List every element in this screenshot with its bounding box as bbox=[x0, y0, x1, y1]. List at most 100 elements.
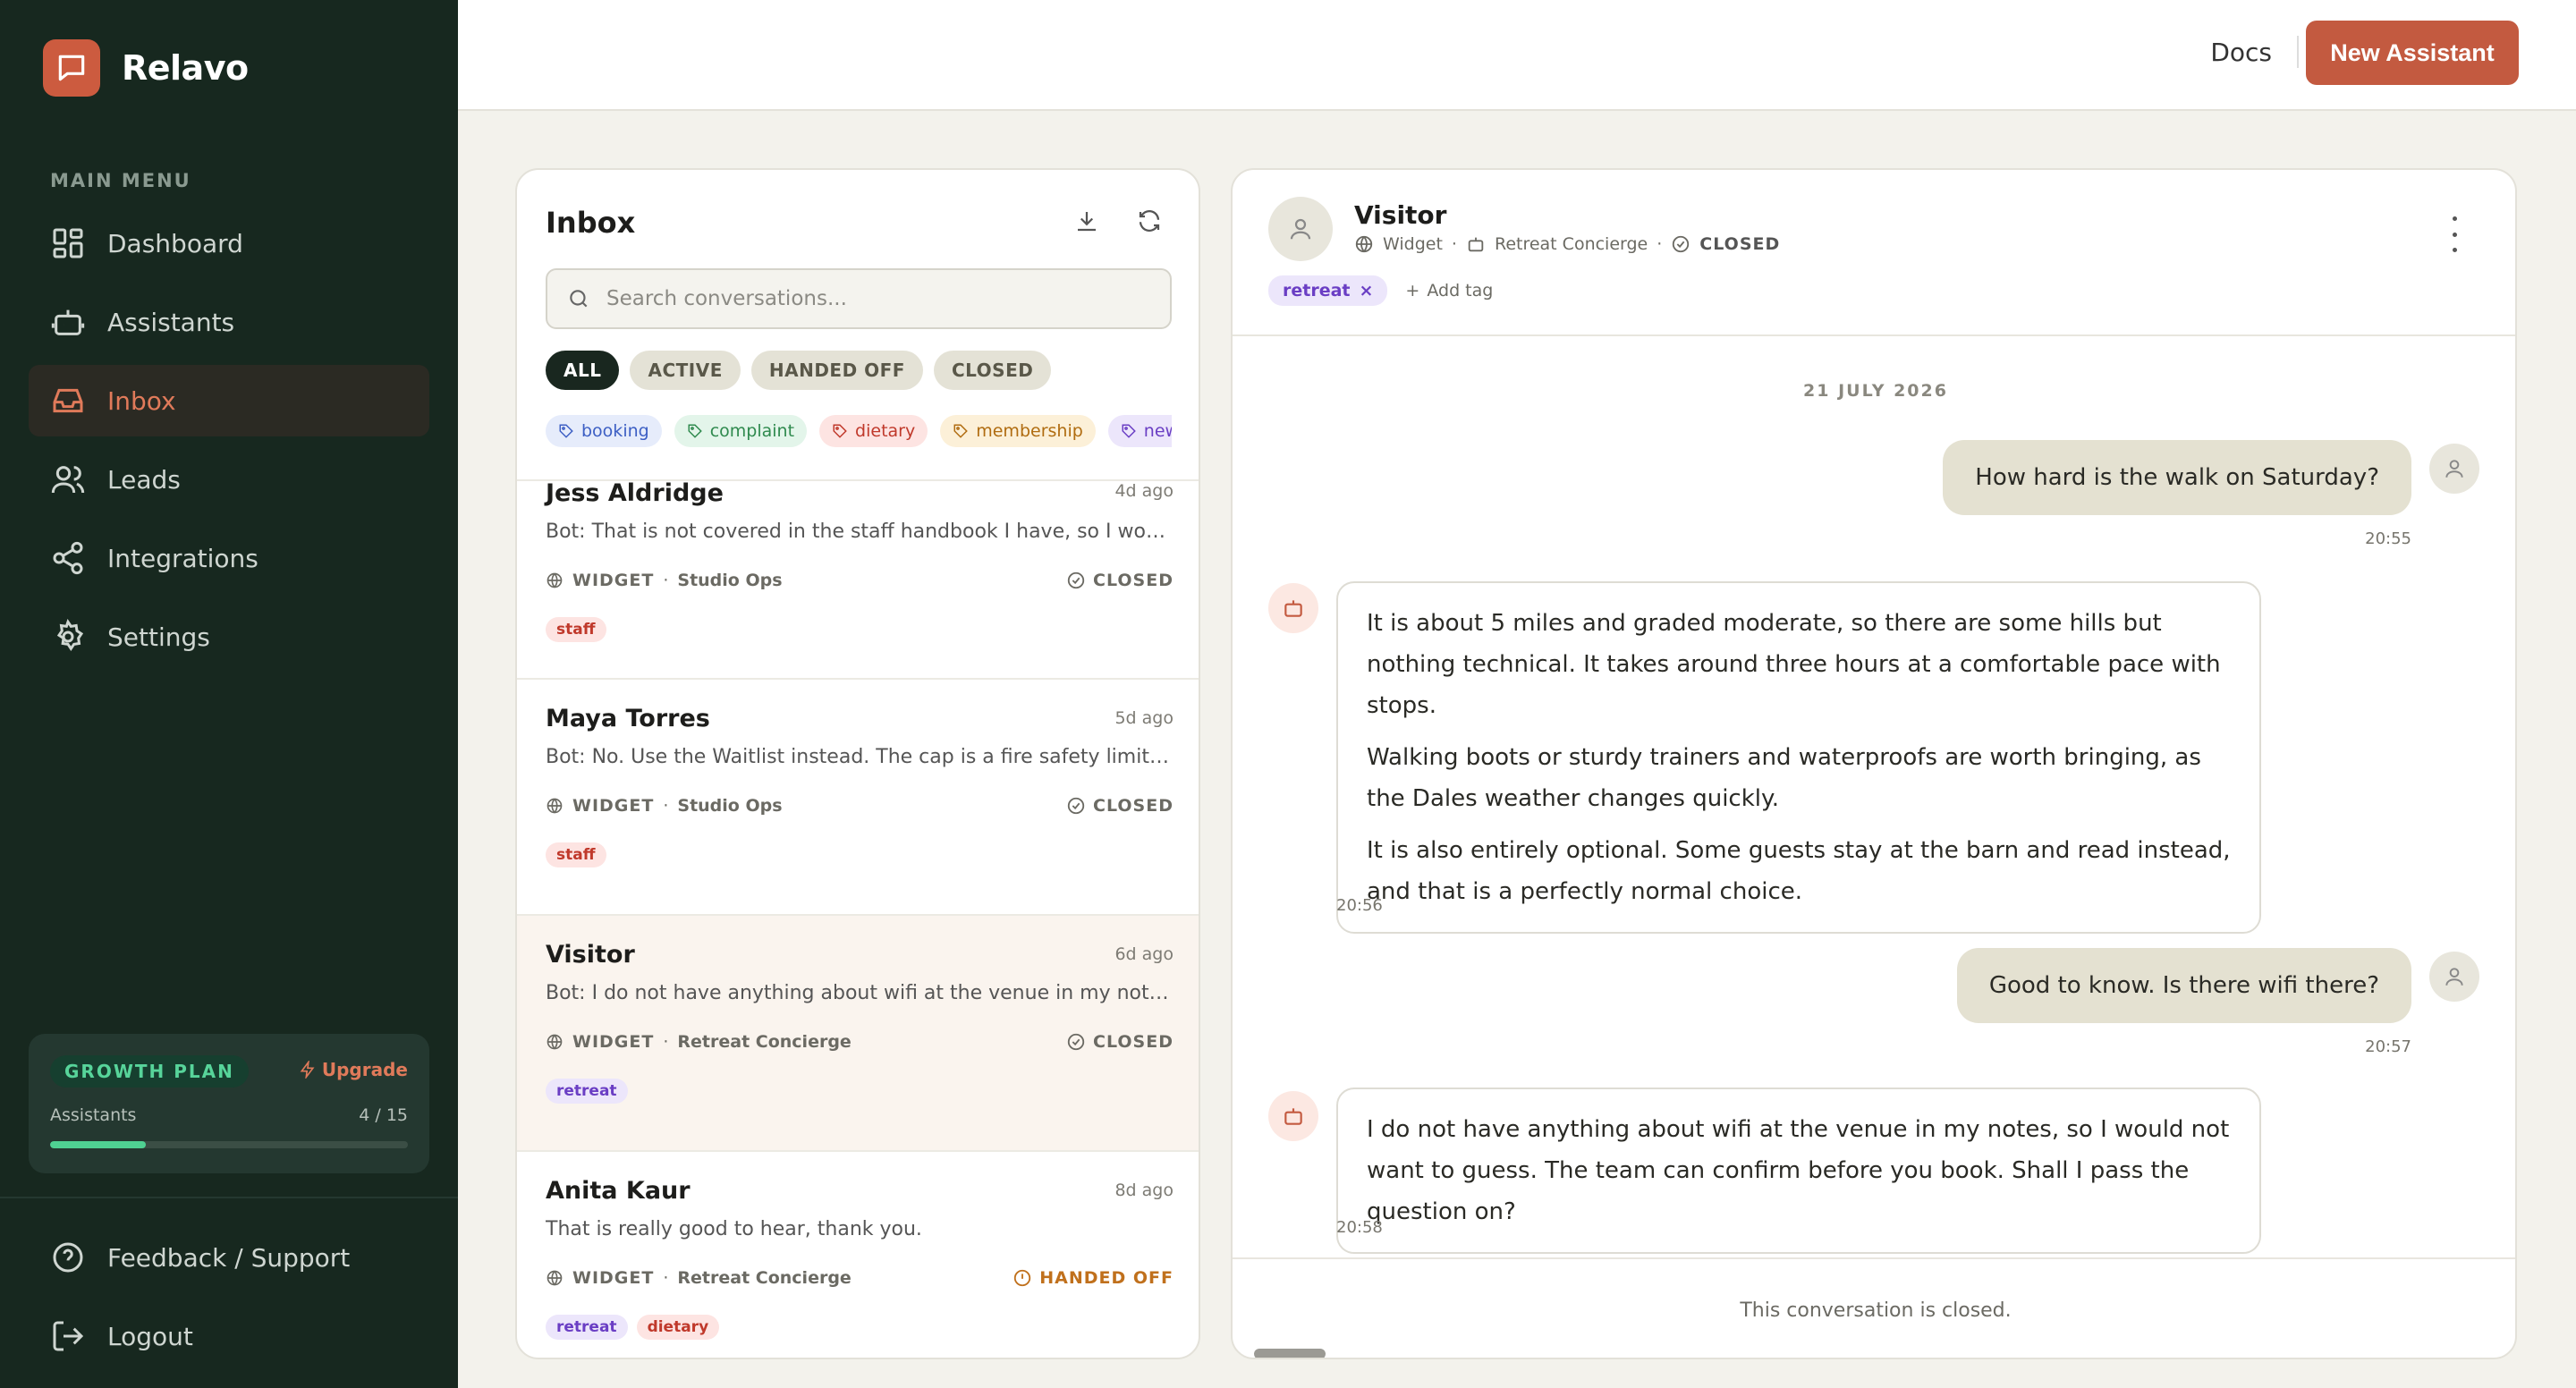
meta-dot: · bbox=[663, 1032, 669, 1052]
message-paragraph: It is also entirely optional. Some guest… bbox=[1367, 837, 2231, 905]
sidebar-item-logout[interactable]: Logout bbox=[29, 1300, 429, 1372]
conversation-name: Jess Aldridge bbox=[546, 479, 724, 507]
new-assistant-button[interactable]: New Assistant bbox=[2306, 21, 2519, 85]
user-avatar-icon bbox=[2429, 444, 2479, 494]
docs-link[interactable]: Docs bbox=[2210, 38, 2272, 67]
conversation-panel: Visitor Widget · Retreat Concierge · CLO… bbox=[1231, 168, 2517, 1359]
remove-tag-icon[interactable]: × bbox=[1360, 281, 1374, 300]
plus-icon: + bbox=[1405, 281, 1420, 300]
conversation-time: 6d ago bbox=[1114, 944, 1174, 964]
help-circle-icon bbox=[53, 1242, 83, 1273]
conversation-item[interactable]: Maya Torres 5d ago Bot: No. Use the Wait… bbox=[517, 680, 1199, 916]
message-paragraph: Walking boots or sturdy trainers and wat… bbox=[1367, 744, 2201, 812]
tag-retreat: retreat × bbox=[1268, 275, 1388, 306]
sidebar-item-feedback[interactable]: Feedback / Support bbox=[29, 1222, 429, 1293]
assistant-label: Retreat Concierge bbox=[1494, 234, 1648, 254]
tag-filter-new[interactable]: new bbox=[1107, 415, 1172, 447]
upgrade-label: Upgrade bbox=[321, 1059, 408, 1080]
tag-filter-complaint[interactable]: complaint bbox=[674, 415, 808, 447]
conversation-item-selected[interactable]: Visitor 6d ago Bot: I do not have anythi… bbox=[517, 916, 1199, 1152]
user-message: Good to know. Is there wifi there? bbox=[1956, 948, 2411, 1023]
tag-staff: staff bbox=[546, 617, 606, 642]
message-time: 20:57 bbox=[2365, 1037, 2411, 1056]
sidebar-item-label: Feedback / Support bbox=[107, 1242, 351, 1273]
main-content: Docs New Assistant Inbox ALL ACTIVE HAND… bbox=[458, 0, 2576, 1388]
sidebar-item-label: Dashboard bbox=[107, 228, 243, 258]
check-circle-icon bbox=[1067, 1033, 1085, 1051]
plan-usage-count: 4 / 15 bbox=[359, 1105, 408, 1125]
user-avatar-icon bbox=[2429, 952, 2479, 1002]
upgrade-link[interactable]: Upgrade bbox=[299, 1059, 408, 1080]
globe-icon bbox=[1355, 235, 1373, 253]
download-icon[interactable] bbox=[1073, 207, 1100, 234]
inbox-icon bbox=[53, 388, 83, 413]
bot-message: It is about 5 miles and graded moderate,… bbox=[1336, 581, 2261, 934]
globe-icon bbox=[547, 1270, 563, 1286]
channel-label: Widget bbox=[1383, 234, 1443, 254]
conversation-title: Visitor bbox=[1354, 200, 1447, 230]
alert-circle-icon bbox=[1014, 1269, 1031, 1287]
filter-all[interactable]: ALL bbox=[546, 351, 620, 390]
plan-progress-fill bbox=[50, 1141, 146, 1148]
tag-label: booking bbox=[581, 421, 649, 441]
filter-closed[interactable]: CLOSED bbox=[933, 351, 1052, 390]
add-tag-button[interactable]: + Add tag bbox=[1405, 281, 1493, 300]
grid-icon bbox=[53, 228, 83, 258]
assistant-label: Studio Ops bbox=[677, 571, 783, 590]
sidebar-item-label: Assistants bbox=[107, 307, 235, 337]
conversation-preview: Bot: No. Use the Waitlist instead. The c… bbox=[546, 746, 1172, 768]
filter-handed-off[interactable]: HANDED OFF bbox=[750, 351, 923, 390]
sidebar-item-label: Integrations bbox=[107, 543, 258, 573]
plan-usage-label: Assistants bbox=[50, 1105, 137, 1125]
conversation-item[interactable]: Anita Kaur 8d ago That is really good to… bbox=[517, 1152, 1199, 1358]
horizontal-scrollbar[interactable] bbox=[1254, 1349, 1326, 1358]
sidebar-item-label: Settings bbox=[107, 622, 210, 652]
tag-filter-membership[interactable]: membership bbox=[940, 415, 1096, 447]
search-box bbox=[546, 268, 1172, 329]
conversation-preview: Bot: That is not covered in the staff ha… bbox=[546, 520, 1172, 543]
filter-active[interactable]: ACTIVE bbox=[630, 351, 741, 390]
sidebar-item-integrations[interactable]: Integrations bbox=[29, 522, 429, 594]
more-options-icon[interactable] bbox=[2444, 216, 2465, 252]
globe-icon bbox=[547, 572, 563, 588]
sidebar-item-dashboard[interactable]: Dashboard bbox=[29, 207, 429, 279]
tag-dietary: dietary bbox=[636, 1315, 720, 1340]
date-divider: 21 JULY 2026 bbox=[1803, 381, 1948, 401]
sidebar-item-label: Leads bbox=[107, 464, 181, 495]
conversation-list: Jess Aldridge 4d ago Bot: That is not co… bbox=[517, 479, 1199, 1358]
conversation-item[interactable]: Jess Aldridge 4d ago Bot: That is not co… bbox=[517, 479, 1199, 680]
tag-filter-booking[interactable]: booking bbox=[546, 415, 662, 447]
search-input[interactable] bbox=[606, 287, 1107, 310]
refresh-icon[interactable] bbox=[1136, 207, 1163, 234]
sidebar-item-inbox[interactable]: Inbox bbox=[29, 365, 429, 436]
conversation-tags: staff bbox=[546, 617, 606, 642]
conversation-header: Visitor Widget · Retreat Concierge · CLO… bbox=[1233, 170, 2515, 336]
tag-filter-dietary[interactable]: dietary bbox=[819, 415, 928, 447]
sidebar-item-leads[interactable]: Leads bbox=[29, 444, 429, 515]
globe-icon bbox=[547, 798, 563, 814]
sidebar-divider bbox=[0, 1197, 458, 1198]
robot-icon bbox=[1468, 237, 1484, 252]
plan-progress-bar bbox=[50, 1141, 408, 1148]
tag-staff: staff bbox=[546, 842, 606, 868]
channel-label: WIDGET bbox=[572, 796, 655, 816]
tag-label: retreat bbox=[1283, 281, 1351, 300]
brand[interactable]: Relavo bbox=[43, 39, 249, 97]
conversation-time: 4d ago bbox=[1114, 481, 1174, 501]
brand-name: Relavo bbox=[122, 48, 249, 88]
conversation-tags: staff bbox=[546, 842, 606, 868]
tag-label: complaint bbox=[709, 421, 795, 441]
globe-icon bbox=[547, 1034, 563, 1050]
status-label: HANDED OFF bbox=[1039, 1268, 1174, 1288]
sidebar-item-settings[interactable]: Settings bbox=[29, 601, 429, 673]
status-label: CLOSED bbox=[1093, 1032, 1174, 1052]
status-badge: CLOSED bbox=[1066, 571, 1174, 590]
conversation-name: Maya Torres bbox=[546, 705, 710, 732]
sidebar-item-assistants[interactable]: Assistants bbox=[29, 286, 429, 358]
status-badge: CLOSED bbox=[1066, 796, 1174, 816]
tag-icon bbox=[953, 424, 969, 438]
conversation-meta: WIDGET · Retreat Concierge bbox=[546, 1268, 852, 1288]
chat-bubble-icon bbox=[43, 39, 100, 97]
conversation-preview: Bot: I do not have anything about wifi a… bbox=[546, 982, 1172, 1004]
message-time: 20:58 bbox=[1336, 1218, 1383, 1237]
